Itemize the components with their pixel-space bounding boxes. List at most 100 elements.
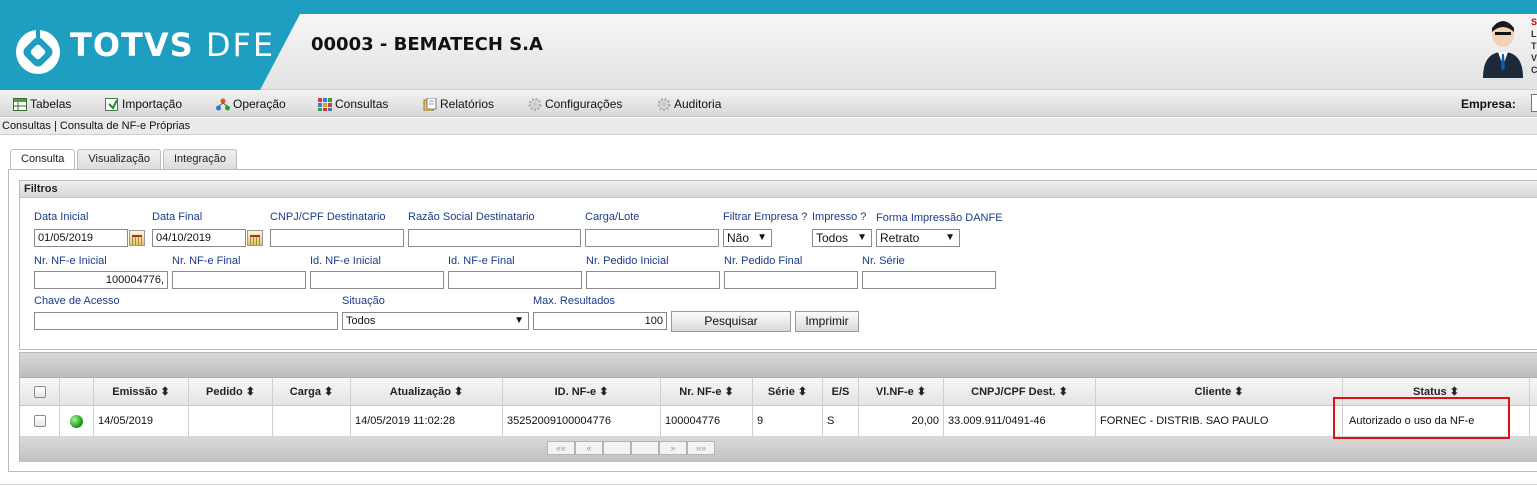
empresa-select[interactable] [1531, 94, 1537, 112]
menu-label: Tabelas [30, 97, 72, 111]
data-final-label: Data Final [152, 211, 203, 223]
menu-label: Consultas [335, 97, 389, 111]
menu-importacao[interactable]: Importação [105, 96, 182, 112]
user-avatar-icon[interactable] [1478, 14, 1528, 78]
filters-title: Filtros [20, 181, 1537, 198]
calendar-icon[interactable] [247, 230, 263, 246]
grid-icon [318, 97, 332, 111]
tab-visualizacao[interactable]: Visualização [77, 149, 161, 169]
calendar-icon[interactable] [129, 230, 145, 246]
nr-pedido-final-input[interactable] [724, 271, 858, 289]
id-nfe-final-input[interactable] [448, 271, 582, 289]
header-select-all[interactable] [20, 378, 60, 405]
empresa-label: Empresa: [1461, 97, 1516, 111]
user-info-line: V [1531, 53, 1537, 63]
menu-operacao[interactable]: Operação [216, 96, 286, 112]
company-title: 00003 - BEMATECH S.A [311, 34, 543, 55]
data-inicial-input[interactable]: 01/05/2019 [34, 229, 128, 247]
header-cnpj-dest[interactable]: CNPJ/CPF Dest. ⬍ [944, 378, 1096, 405]
nr-pedido-inicial-label: Nr. Pedido Inicial [586, 255, 669, 267]
nr-nfe-final-input[interactable] [172, 271, 306, 289]
menu-consultas[interactable]: Consultas [318, 96, 388, 112]
pager-first-button[interactable]: «« [547, 441, 575, 455]
nr-pedido-inicial-input[interactable] [586, 271, 720, 289]
cell-cnpj-dest: 33.009.911/0491-46 [944, 406, 1096, 436]
header-status-icon [60, 378, 94, 405]
select-value: Não [727, 231, 750, 245]
user-info: S L T V C [1531, 16, 1537, 76]
menu-label: Importação [122, 97, 183, 111]
footer-divider [0, 484, 1537, 485]
breadcrumb: Consultas | Consulta de NF-e Próprias [0, 118, 1537, 135]
header-pedido[interactable]: Pedido ⬍ [189, 378, 273, 405]
cell-emissao: 14/05/2019 [94, 406, 189, 436]
carga-lote-label: Carga/Lote [585, 211, 640, 223]
forma-impressao-label: Forma Impressão DANFE [876, 212, 1003, 224]
impresso-select[interactable]: Todos ▼ [812, 229, 872, 247]
row-status-indicator [60, 406, 94, 436]
menu-auditoria[interactable]: Auditoria [657, 96, 721, 112]
header-vl-nfe[interactable]: Vl.NF-e ⬍ [859, 378, 944, 405]
chave-acesso-label: Chave de Acesso [34, 295, 120, 307]
totvs-logo: TOTVS DFE [0, 14, 300, 90]
nr-serie-input[interactable] [862, 271, 996, 289]
pager-next-button[interactable]: » [659, 441, 687, 455]
forma-impressao-select[interactable]: Retrato ▼ [876, 229, 960, 247]
menu-configuracoes[interactable]: Configurações [528, 96, 622, 112]
pager-page-input[interactable] [603, 441, 631, 455]
user-info-line: L [1531, 29, 1537, 39]
dropdown-arrow-icon: ▼ [857, 232, 867, 243]
header-atualizacao[interactable]: Atualização ⬍ [351, 378, 503, 405]
nr-serie-label: Nr. Série [862, 255, 905, 267]
impresso-label: Impresso ? [812, 211, 867, 223]
nr-nfe-inicial-input[interactable]: 100004776, [34, 271, 168, 289]
razao-social-input[interactable] [408, 229, 581, 247]
pager-last-button[interactable]: »» [687, 441, 715, 455]
user-info-line: C [1531, 65, 1537, 75]
razao-social-label: Razão Social Destinatario [408, 211, 535, 223]
header-emissao[interactable]: Emissão ⬍ [94, 378, 189, 405]
pager-prev-button[interactable]: « [575, 441, 603, 455]
header-id-nfe[interactable]: ID. NF-e ⬍ [503, 378, 661, 405]
header-nr-nfe[interactable]: Nr. NF-e ⬍ [661, 378, 753, 405]
situacao-label: Situação [342, 295, 385, 307]
tab-bar: Consulta Visualização Integração [10, 149, 239, 170]
menu-tabelas[interactable]: Tabelas [13, 96, 71, 112]
cell-serie: 9 [753, 406, 823, 436]
data-final-input[interactable]: 04/10/2019 [152, 229, 246, 247]
row-select[interactable] [20, 406, 60, 436]
cell-pedido [189, 406, 273, 436]
operation-icon [216, 98, 230, 111]
cnpj-dest-label: CNPJ/CPF Destinatario [270, 211, 386, 223]
gear-icon [657, 97, 671, 111]
table-row[interactable]: 14/05/2019 14/05/2019 11:02:28 352520091… [20, 406, 1537, 437]
filtrar-empresa-select[interactable]: Não ▼ [723, 229, 772, 247]
id-nfe-inicial-input[interactable] [310, 271, 444, 289]
tab-integracao[interactable]: Integração [162, 149, 237, 169]
header-serie[interactable]: Série ⬍ [753, 378, 823, 405]
situacao-select[interactable]: Todos ▼ [342, 312, 529, 330]
table-icon [13, 97, 27, 111]
dropdown-arrow-icon: ▼ [945, 232, 955, 243]
imprimir-button[interactable]: Imprimir [795, 311, 859, 332]
results-grid: Emissão ⬍ Pedido ⬍ Carga ⬍ Atualização ⬍… [19, 352, 1537, 462]
pesquisar-button[interactable]: Pesquisar [671, 311, 791, 332]
checkbox[interactable] [33, 415, 46, 427]
menu-label: Relatórios [440, 97, 495, 111]
pager: «« « » »» [547, 441, 715, 455]
carga-lote-input[interactable] [585, 229, 719, 247]
grid-toolbar [20, 353, 1537, 378]
dropdown-arrow-icon: ▼ [757, 232, 767, 243]
header-cliente[interactable]: Cliente ⬍ [1096, 378, 1343, 405]
pager-page-count [631, 441, 659, 455]
menu-relatorios[interactable]: Relatórios [423, 96, 494, 112]
checkbox[interactable] [33, 385, 46, 398]
chave-acesso-input[interactable] [34, 312, 338, 330]
report-icon [423, 97, 437, 111]
cnpj-dest-input[interactable] [270, 229, 404, 247]
header-carga[interactable]: Carga ⬍ [273, 378, 351, 405]
grid-header: Emissão ⬍ Pedido ⬍ Carga ⬍ Atualização ⬍… [20, 378, 1537, 406]
max-resultados-input[interactable]: 100 [533, 312, 667, 330]
dropdown-arrow-icon: ▼ [514, 315, 524, 326]
tab-consulta[interactable]: Consulta [10, 149, 76, 170]
